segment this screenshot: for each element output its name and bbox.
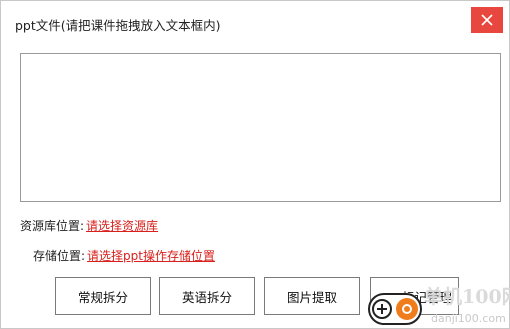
image-extract-button[interactable]: 图片提取 — [264, 277, 360, 315]
watermark-logo-icon — [368, 293, 422, 325]
storage-row: 存储位置: 请选择ppt操作存储位置 — [33, 247, 215, 264]
resource-repo-row: 资源库位置: 请选择资源库 — [20, 217, 158, 234]
close-icon — [481, 14, 493, 26]
select-resource-repo-link[interactable]: 请选择资源库 — [86, 217, 158, 234]
watermark-url: danji100.com — [431, 312, 506, 325]
select-storage-link[interactable]: 请选择ppt操作存储位置 — [87, 247, 215, 264]
storage-label: 存储位置: — [33, 249, 86, 263]
regular-split-button[interactable]: 常规拆分 — [55, 277, 151, 315]
english-split-button[interactable]: 英语拆分 — [159, 277, 255, 315]
ppt-file-drop-textbox[interactable] — [20, 53, 501, 202]
window-title: ppt文件(请把课件拖拽放入文本框内) — [15, 18, 221, 33]
resource-repo-label: 资源库位置: — [20, 219, 85, 233]
close-button[interactable] — [471, 7, 503, 33]
app-window: ppt文件(请把课件拖拽放入文本框内) 资源库位置: 请选择资源库 存储位置: … — [0, 0, 510, 329]
watermark-brand: 单机100网 — [424, 286, 510, 308]
